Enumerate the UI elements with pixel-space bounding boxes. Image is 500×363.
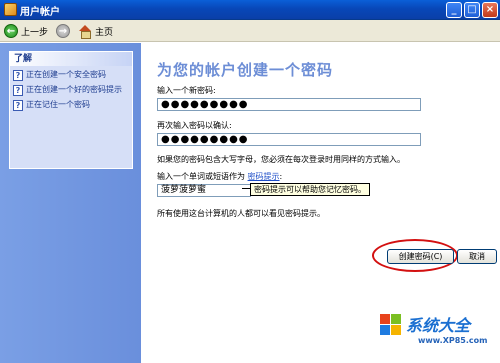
learn-about-box: 了解 ? 正在创建一个安全密码 ? 正在创建一个好的密码提示 ? 正在记住一个密… (9, 51, 133, 169)
cancel-button[interactable]: 取消 (457, 249, 497, 264)
password-hint-link[interactable]: 密码提示 (248, 172, 280, 181)
watermark-text: 系统大全 (406, 316, 471, 335)
hint-label: 输入一个单词或短语作为 密码提示: (157, 171, 282, 182)
help-topic-icon: ? (13, 70, 23, 81)
title-bar: 用户帐户 _ □ × (0, 0, 500, 20)
maximize-button[interactable]: □ (464, 2, 480, 18)
hint-visibility-note: 所有使用这台计算机的人都可以看见密码提示。 (157, 209, 325, 218)
sidebar-item-good-hint[interactable]: ? 正在创建一个好的密码提示 (10, 81, 132, 96)
new-password-label: 输入一个新密码: (157, 86, 216, 95)
sidebar-item-label: 正在记住一个密码 (26, 100, 90, 109)
home-label: 主页 (95, 27, 114, 38)
case-sensitivity-note: 如果您的密码包含大写字母，您必须在每次登录时用同样的方式输入。 (157, 155, 405, 164)
hint-label-suffix: : (279, 172, 283, 181)
sidebar-item-remember-password[interactable]: ? 正在记住一个密码 (10, 96, 132, 111)
forward-button[interactable]: → (56, 23, 70, 39)
forward-arrow-icon: → (56, 24, 70, 38)
create-password-button[interactable]: 创建密码(C) (387, 249, 454, 264)
back-arrow-icon: ← (4, 24, 18, 38)
close-button[interactable]: × (482, 2, 498, 18)
hint-label-prefix: 输入一个单词或短语作为 (157, 172, 245, 181)
help-topic-icon: ? (13, 100, 23, 111)
sidebar-item-secure-password[interactable]: ? 正在创建一个安全密码 (10, 66, 132, 81)
home-button[interactable]: 主页 (78, 23, 113, 39)
new-password-input[interactable]: ●●●●●●●●● (157, 98, 421, 111)
sidebar-item-label: 正在创建一个安全密码 (26, 70, 106, 79)
window-title: 用户帐户 (20, 7, 60, 18)
learn-header: 了解 (10, 52, 132, 66)
site-watermark: 系统大全 www.XP85.com (380, 310, 498, 360)
hint-tooltip: 密码提示可以帮助您记忆密码。 (250, 183, 370, 196)
sidebar-item-label: 正在创建一个好的密码提示 (26, 85, 122, 94)
toolbar: ← 上一步 → 主页 (0, 20, 500, 42)
back-label: 上一步 (21, 27, 49, 38)
user-accounts-icon (4, 3, 17, 16)
task-pane: 了解 ? 正在创建一个安全密码 ? 正在创建一个好的密码提示 ? 正在记住一个密… (0, 43, 141, 363)
page-title: 为您的帐户创建一个密码 (157, 61, 334, 79)
confirm-password-label: 再次输入密码以确认: (157, 121, 232, 130)
tooltip-pointer (242, 188, 250, 189)
watermark-url: www.XP85.com (418, 336, 488, 345)
help-topic-icon: ? (13, 85, 23, 96)
password-hint-input[interactable]: 菠萝菠萝蜜 (157, 184, 251, 197)
minimize-button[interactable]: _ (446, 2, 462, 18)
watermark-logo-icon (380, 314, 402, 336)
home-icon (78, 24, 92, 39)
back-button[interactable]: ← 上一步 (4, 23, 48, 39)
confirm-password-input[interactable]: ●●●●●●●●● (157, 133, 421, 146)
